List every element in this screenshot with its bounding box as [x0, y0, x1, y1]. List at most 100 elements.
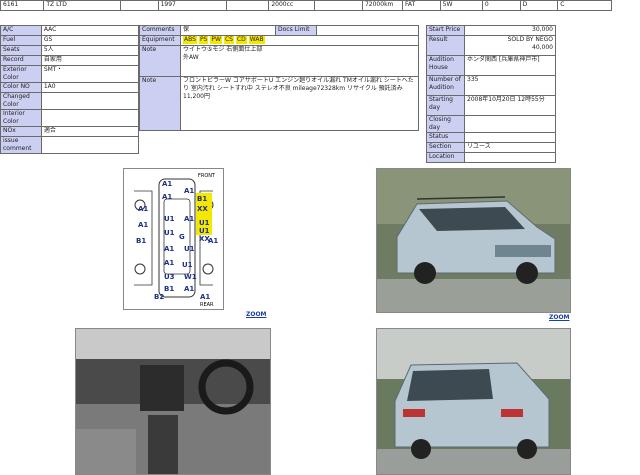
price-value: [464, 132, 556, 143]
spec-row: Interior Color: [0, 109, 140, 127]
price-row: Status: [426, 132, 556, 143]
price-label: Starting day: [426, 95, 465, 116]
equipment-badge: CS: [223, 36, 234, 44]
damage-mark: A1: [164, 245, 174, 253]
comments-label: Comments: [139, 25, 181, 36]
spec-value: [40, 92, 140, 110]
note-label: Note: [139, 45, 181, 77]
price-label: Result: [426, 35, 465, 56]
spec-label: A/C: [0, 25, 42, 36]
damage-mark: A1: [138, 205, 148, 213]
spec-row: NOx 適合: [0, 126, 140, 137]
spec-value: 自家用: [40, 55, 140, 66]
car-photo-front[interactable]: [376, 168, 571, 313]
spec-value: 適合: [40, 126, 140, 137]
damage-mark: B1: [136, 237, 146, 245]
docs-limit-label: Docs Limit: [275, 25, 317, 36]
spec-label: Changed Color: [0, 92, 42, 110]
zoom-link-2[interactable]: ZOOM: [549, 314, 570, 321]
spec-row: Seats 5人: [0, 45, 140, 56]
damage-mark: G: [179, 233, 185, 241]
spec-label: Fuel: [0, 35, 42, 46]
price-row: Number of Audition 335: [426, 75, 556, 96]
note-short: ウイトウ⑤モジ 右側面仕上部 外AW: [180, 45, 419, 77]
price-label: Location: [426, 152, 465, 163]
damage-mark: A1: [162, 193, 172, 201]
damage-mark: U1: [199, 227, 210, 235]
spec-value: SMT・: [40, 65, 140, 83]
docs-limit-value: [316, 25, 419, 36]
topbar-cell: 2000cc: [268, 0, 316, 11]
interior-photo[interactable]: [75, 328, 271, 475]
spec-value: GS: [40, 35, 140, 46]
lot-summary-bar: 6161 TZ LTD 1997 2000cc 72000km FAT 5W 0 D C: [0, 0, 612, 11]
price-row: Section リユース: [426, 142, 556, 153]
price-label: Start Price: [426, 25, 465, 36]
price-value: リユース: [464, 142, 556, 153]
damage-mark: A1: [164, 259, 174, 267]
spec-value: 5人: [40, 45, 140, 56]
spec-label: Record: [0, 55, 42, 66]
topbar-cell: C: [557, 0, 612, 11]
spec-label: Interior Color: [0, 109, 42, 127]
auction-price-table: Start Price 30,000 Result SOLD BY NEGO 40,0…: [426, 25, 556, 163]
price-row: Starting day 2008年10月20日 12時55分: [426, 95, 556, 116]
equipment-badge: PS: [198, 36, 209, 44]
inspection-sheet[interactable]: FRONT REAR A1 A1 A1 A1 B1 XX U1 U1 XX A1 U1 A1 U1 G B1…: [123, 168, 224, 310]
price-value: SOLD BY NEGO 40,000: [464, 35, 556, 56]
zoom-link-1[interactable]: ZOOM: [246, 311, 267, 318]
equipment-label: Equipment: [139, 35, 181, 46]
price-label: Section: [426, 142, 465, 153]
damage-mark: A1: [200, 293, 210, 301]
car-photo-rear[interactable]: [376, 328, 571, 475]
damage-mark: A1: [208, 237, 218, 245]
damage-mark: A1: [138, 221, 148, 229]
price-value: [464, 115, 556, 133]
damage-mark: B1: [164, 285, 174, 293]
topbar-cell: 6161: [0, 0, 45, 11]
topbar-cell: 0: [481, 0, 521, 11]
price-label: Status: [426, 132, 465, 143]
damage-mark: B1: [197, 195, 207, 203]
diagram-front-label: FRONT: [198, 173, 216, 179]
damage-mark: A1: [162, 180, 172, 188]
topbar-cell: TZ LTD: [43, 0, 121, 11]
equipment-badge: ABS: [183, 36, 197, 44]
damage-mark: A1: [184, 215, 194, 223]
info-table: Comments 保 Docs Limit Equipment ABS PS PW C…: [139, 25, 419, 131]
spec-row: Changed Color: [0, 92, 140, 110]
topbar-cell: [119, 0, 159, 11]
price-row: Location: [426, 152, 556, 163]
price-value: 335: [464, 75, 556, 96]
spec-value: AAC: [40, 25, 140, 36]
note-label-2: Note: [139, 76, 181, 131]
spec-row: Fuel GS: [0, 35, 140, 46]
spec-row: A/C AAC: [0, 25, 140, 36]
damage-mark: U1: [164, 215, 175, 223]
car-front-image: [377, 169, 570, 312]
equipment-badges: ABS PS PW CS CD WAB: [180, 35, 419, 46]
spec-label: Exterior Color: [0, 65, 42, 83]
price-value: 30,000: [464, 25, 556, 36]
damage-mark: A1: [184, 285, 194, 293]
note-long: フロントピラーW コアサポートU エンジン廻りオイル漏れ TMオイル漏れ シート…: [180, 76, 419, 131]
damage-mark: A1: [184, 187, 194, 195]
price-value: 2008年10月20日 12時55分: [464, 95, 556, 116]
diagram-rear-label: REAR: [200, 302, 214, 308]
price-value: [464, 152, 556, 163]
spec-row: Color NO 1A0: [0, 82, 140, 93]
interior-image: [76, 329, 270, 474]
spec-value: [40, 109, 140, 127]
equipment-badge: PW: [210, 36, 222, 44]
damage-mark: W1: [184, 273, 197, 281]
damage-mark: B2: [154, 293, 164, 301]
price-row: Start Price 30,000: [426, 25, 556, 36]
spec-table: A/C AAC Fuel GS Seats 5人 Record 自家用 Exterior Col…: [0, 25, 140, 154]
price-label: Audition House: [426, 55, 465, 76]
spec-label: Seats: [0, 45, 42, 56]
price-label: Number of Audition: [426, 75, 465, 96]
spec-label: issue comment: [0, 136, 42, 154]
price-label: Closing day: [426, 115, 465, 133]
topbar-cell: 72000km: [361, 0, 403, 11]
car-rear-image: [377, 329, 570, 474]
